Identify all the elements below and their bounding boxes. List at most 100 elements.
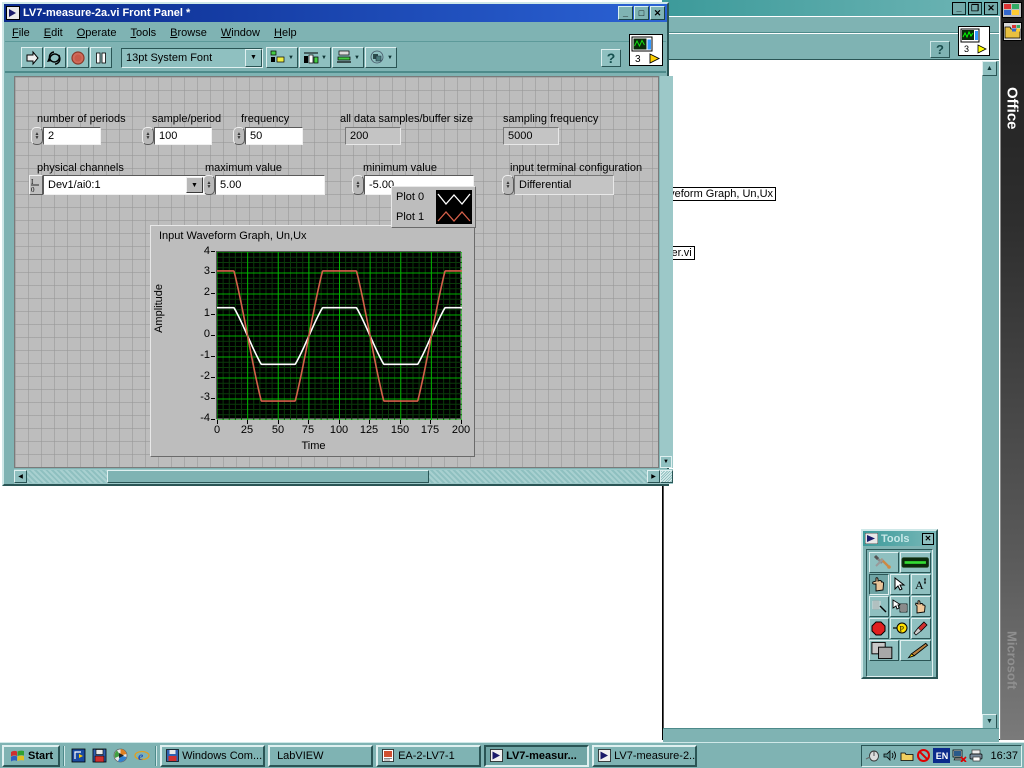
minimize-button[interactable]: _ [618,6,633,20]
input-waveform-graph[interactable]: Input Waveform Graph, Un,Ux Plot 0 Plot … [150,186,476,457]
bg-scroll-down-arrow[interactable]: ▼ [982,714,997,729]
show-desktop-icon[interactable] [70,747,87,764]
frequency-control[interactable]: ▲ ▼ 50 [233,127,303,145]
chevron-down-icon[interactable]: ▼ [387,55,393,61]
taskbar[interactable]: Start e Windows Com... LabVIEW EA-2-LV7-… [0,742,1024,768]
bg-horizontal-scrollbar[interactable] [663,728,999,742]
task-button-lv7-measure-2[interactable]: LV7-measure-2... [592,744,698,767]
menu-help[interactable]: Help [267,26,304,40]
network-disconnected-icon[interactable] [952,748,968,763]
input-terminal-config-field[interactable]: Differential [514,175,614,195]
menu-browse[interactable]: Browse [163,26,214,40]
front-panel-toolbar[interactable]: 13pt System Font ▼ ▼ ▼ ▼ ▼ [5,44,666,73]
chevron-down-icon[interactable]: ▼ [321,55,327,61]
sample-per-period-control[interactable]: ▲ ▼ 100 [142,127,212,145]
folder-icon[interactable] [899,748,914,763]
front-panel-titlebar[interactable]: LV7-measure-2a.vi Front Panel * _ □ ✕ [4,4,667,22]
menu-window[interactable]: Window [214,26,267,40]
physical-channels-control[interactable]: I 0 Dev1/ai0:1 ▼ [29,175,206,195]
resize-grip-icon[interactable] [660,470,673,483]
set-color-squares-icon[interactable] [868,639,899,661]
front-panel-horizontal-scrollbar[interactable]: ◀ ▶ [14,469,673,484]
fp-scroll-right-arrow[interactable]: ▶ [647,470,660,483]
task-button-ea-2-lv7-1[interactable]: EA-2-LV7-1 [376,744,482,767]
system-tray[interactable]: EN 16:37 [861,744,1022,767]
chevron-down-icon[interactable]: ▼ [186,177,203,193]
language-indicator-icon[interactable]: EN [933,748,951,763]
fp-hscroll-track[interactable] [27,470,647,483]
set-clear-breakpoint-icon[interactable] [868,617,889,639]
legend-entry-plot1[interactable]: Plot 1 [396,211,436,223]
chevron-down-icon[interactable]: ▼ [354,55,360,61]
labview-front-panel-window[interactable]: LV7-measure-2a.vi Front Panel * _ □ ✕ Fi… [2,2,673,486]
diagram-label-waveform-graph[interactable]: aveform Graph, Un,Ux [660,187,777,201]
run-arrow-icon[interactable] [21,47,43,68]
bg-minimize-button[interactable]: _ [952,1,966,15]
abort-execution-icon[interactable] [67,47,89,68]
save-disk-icon[interactable] [91,747,108,764]
align-objects-icon[interactable]: ▼ [266,47,298,68]
fp-hscroll-thumb[interactable] [107,470,429,483]
number-of-periods-control[interactable]: ▲ ▼ 2 [31,127,101,145]
menu-tools[interactable]: Tools [123,26,163,40]
task-button-labview[interactable]: LabVIEW [268,744,374,767]
scroll-window-hand-icon[interactable] [910,595,931,617]
fp-scroll-left-arrow[interactable]: ◀ [14,470,27,483]
chevron-down-icon[interactable]: ▼ [288,55,294,61]
task-button-lv7-measure-active[interactable]: LV7-measur... [484,744,590,767]
distribute-objects-icon[interactable]: ▼ [299,47,331,68]
tools-palette-titlebar[interactable]: Tools ✕ [863,531,936,546]
internet-explorer-icon[interactable]: e [133,747,150,764]
menu-operate[interactable]: Operate [70,26,124,40]
object-shortcut-menu-icon[interactable] [889,595,910,617]
office-folder-icon[interactable] [1003,22,1022,41]
task-button-windows-commander[interactable]: Windows Com... [160,744,266,767]
edit-text-icon[interactable]: A [910,573,931,595]
operate-value-hand-icon[interactable] [868,573,889,595]
input-terminal-configuration-control[interactable]: ▲ ▼ Differential [502,175,614,195]
bg-vertical-scrollbar[interactable]: ▲ ▼ [982,61,999,729]
printer-icon[interactable] [969,748,984,763]
background-window-menubar[interactable] [663,17,999,33]
number-of-periods-field[interactable]: 2 [43,127,101,145]
paintbrush-icon[interactable] [900,639,931,661]
reorder-objects-icon[interactable]: ▼ [365,47,397,68]
context-help-icon[interactable]: ? [601,49,621,67]
maximum-value-control[interactable]: ▲ ▼ 5.00 [203,175,325,195]
bg-restore-button[interactable]: ❐ [968,1,982,15]
close-button[interactable]: ✕ [650,6,665,20]
plot-area[interactable] [216,251,462,420]
start-button[interactable]: Start [2,744,61,767]
probe-data-icon[interactable]: P [889,617,910,639]
chevron-down-icon[interactable]: ▼ [245,48,262,67]
bg-context-help-icon[interactable]: ? [930,41,950,58]
bg-close-button[interactable]: ✕ [984,1,998,15]
get-color-dropper-icon[interactable] [910,617,931,639]
plot-legend[interactable]: Plot 0 Plot 1 [391,186,476,228]
minimum-value-stepper[interactable]: ▲ ▼ [352,175,364,195]
fp-scroll-down-arrow[interactable]: ▼ [660,456,672,468]
menu-edit[interactable]: Edit [37,26,70,40]
physical-channels-field[interactable]: Dev1/ai0:1 ▼ [43,175,206,195]
bg-vi-connector-icon[interactable]: 3 [958,26,990,56]
automatic-tool-selection-icon[interactable] [868,551,899,573]
clock[interactable]: 16:37 [990,750,1018,762]
legend-swatch-plot0[interactable] [436,190,472,208]
maximum-value-stepper[interactable]: ▲ ▼ [203,175,215,195]
mouse-icon[interactable] [865,748,880,763]
front-panel-canvas[interactable]: number of periods ▲ ▼ 2 sample/period ▲ ▼ … [14,76,659,468]
resize-objects-icon[interactable]: ▼ [332,47,364,68]
connect-wire-spool-icon[interactable] [868,595,889,617]
run-continuously-icon[interactable] [44,47,66,68]
tools-palette[interactable]: Tools ✕ A P [861,529,938,679]
blocked-icon[interactable] [916,748,931,763]
menu-file[interactable]: File [5,26,37,40]
background-window-titlebar[interactable]: _ ❐ ✕ [662,0,1000,16]
legend-entry-plot0[interactable]: Plot 0 [396,191,436,203]
volume-speaker-icon[interactable] [882,748,897,763]
front-panel-vertical-scrollbar[interactable]: ▼ [660,76,673,468]
position-size-select-arrow-icon[interactable] [889,573,910,595]
frequency-stepper[interactable]: ▲ ▼ [233,127,245,145]
font-selector[interactable]: 13pt System Font ▼ [121,47,263,68]
number-of-periods-stepper[interactable]: ▲ ▼ [31,127,43,145]
